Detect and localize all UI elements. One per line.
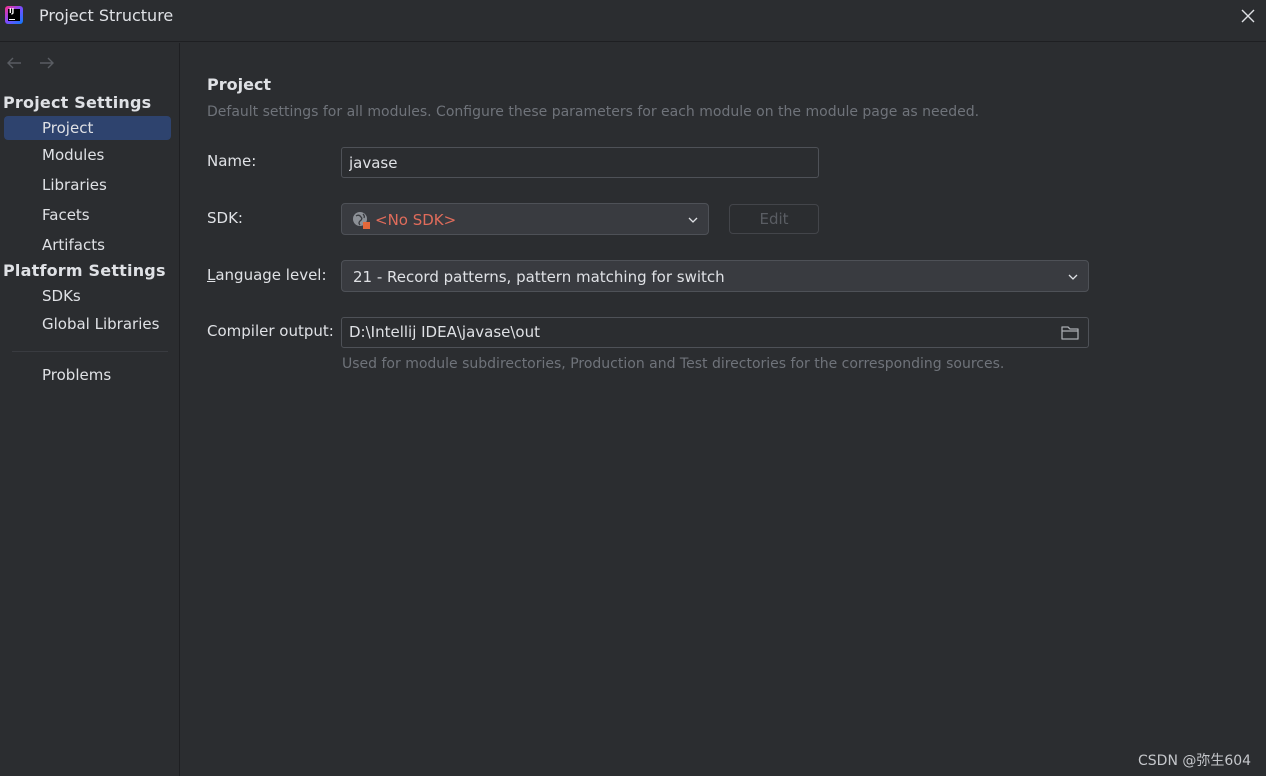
sidebar-item-facets[interactable]: Facets [4,203,171,227]
sidebar: Project Settings Project Modules Librari… [0,43,180,776]
main-panel: Project Default settings for all modules… [181,43,1266,776]
sidebar-divider [12,351,168,352]
compiler-output-value: D:\Intellij IDEA\javase\out [349,323,540,341]
sidebar-item-global-libraries[interactable]: Global Libraries [4,312,171,336]
sidebar-item-sdks[interactable]: SDKs [4,284,171,308]
chevron-down-icon [1068,274,1078,280]
sidebar-item-libraries[interactable]: Libraries [4,173,171,197]
sidebar-item-modules[interactable]: Modules [4,143,171,167]
platform-settings-header: Platform Settings [3,261,166,280]
compiler-output-input[interactable]: D:\Intellij IDEA\javase\out [341,317,1089,348]
sidebar-item-problems[interactable]: Problems [4,363,171,387]
name-label: Name: [207,152,257,170]
sdk-dropdown[interactable]: <No SDK> [341,203,709,235]
intellij-logo-icon [5,6,23,24]
project-structure-dialog: Project Structure Project Settings Proje… [0,0,1266,776]
sdk-value: <No SDK> [375,211,457,229]
language-level-dropdown[interactable]: 21 - Record patterns, pattern matching f… [341,260,1089,292]
sidebar-item-project[interactable]: Project [4,116,171,140]
close-icon[interactable] [1239,7,1257,25]
window-title: Project Structure [39,6,174,25]
sdk-globe-error-icon [353,212,370,229]
title-bar: Project Structure [0,0,1266,42]
sdk-edit-button[interactable]: Edit [729,204,819,234]
sdk-label: SDK: [207,209,243,227]
page-subtitle: Default settings for all modules. Config… [207,104,980,120]
compiler-output-label: Compiler output: [207,322,334,340]
project-settings-header: Project Settings [3,93,152,112]
sidebar-item-artifacts[interactable]: Artifacts [4,233,171,257]
watermark: CSDN @弥生604 [1138,753,1252,769]
page-title: Project [207,75,272,94]
back-arrow-icon[interactable] [5,55,23,71]
language-level-value: 21 - Record patterns, pattern matching f… [353,268,725,286]
name-input[interactable] [341,147,819,178]
chevron-down-icon [688,217,698,223]
compiler-output-help: Used for module subdirectories, Producti… [342,356,1005,372]
language-level-label: Language level: [207,266,327,284]
forward-arrow-icon[interactable] [38,55,56,71]
folder-icon[interactable] [1060,324,1080,342]
